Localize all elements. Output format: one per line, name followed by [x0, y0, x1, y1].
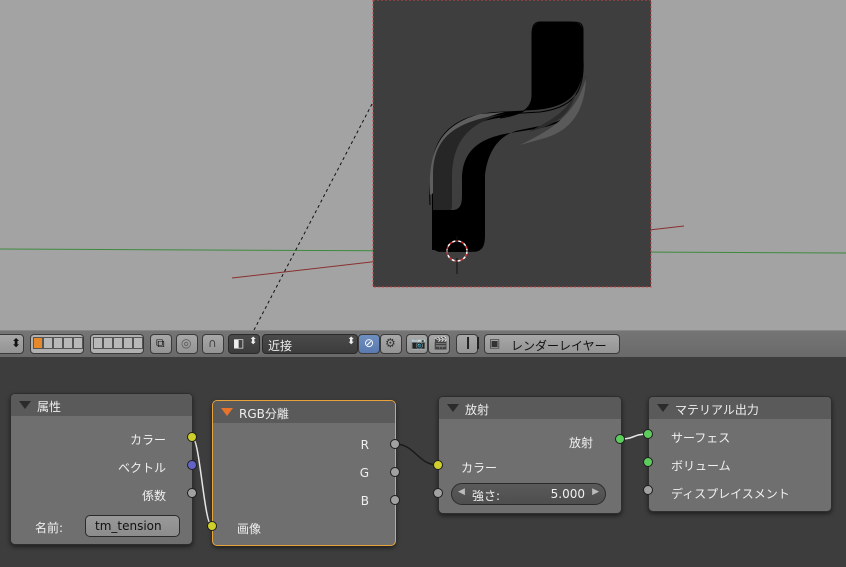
socket-attribute-color[interactable]	[187, 432, 197, 442]
socket-attribute-factor[interactable]	[187, 488, 197, 498]
socket-surface[interactable]	[643, 429, 653, 439]
lock-camera-button[interactable]: ⧉	[150, 334, 172, 354]
output-label-vector: ベクトル	[117, 461, 166, 475]
output-label-factor: 係数	[141, 489, 166, 503]
socket-b[interactable]	[390, 495, 400, 505]
input-label-surface: サーフェス	[671, 431, 731, 445]
strength-label: 強さ:	[472, 489, 501, 503]
emission-node[interactable]: 放射 放射 カラー ◀ 強さ: 5.000 ▶	[438, 396, 622, 514]
socket-r[interactable]	[390, 439, 400, 449]
socket-g[interactable]	[390, 467, 400, 477]
viewport-canvas	[0, 0, 846, 330]
socket-emission-output[interactable]	[615, 434, 625, 444]
layer-cell	[43, 337, 53, 349]
output-label-emission: 放射	[568, 436, 593, 450]
updown-arrows-icon: ⬍	[347, 336, 356, 347]
socket-displacement[interactable]	[643, 485, 653, 495]
layer-cell	[103, 337, 113, 349]
camera-icon: 📷	[411, 336, 426, 350]
strength-field[interactable]: ◀ 強さ: 5.000 ▶	[451, 483, 606, 505]
interpolation-label: 近接	[268, 339, 293, 353]
layer-lock-icon: ⧉	[156, 336, 165, 350]
active-layer-cell	[33, 337, 43, 349]
collapse-triangle-icon[interactable]	[19, 401, 31, 409]
layer-cell	[93, 337, 103, 349]
attribute-node-title: 属性	[37, 400, 62, 414]
output-label-g: G	[359, 466, 369, 480]
separate-rgb-title: RGB分離	[239, 407, 289, 421]
render-frame	[372, 0, 652, 288]
strength-value: 5.000	[550, 487, 585, 501]
cube-icon: ◧	[233, 336, 245, 350]
socket-emission-color[interactable]	[433, 460, 443, 470]
layer-grid-2[interactable]	[90, 334, 144, 354]
proportional-edit-button[interactable]: ◎	[176, 334, 198, 354]
opengl-animation-button[interactable]: 🎬	[428, 334, 450, 354]
node-editor[interactable]: 属性 カラー ベクトル 係数 名前: tm_tension RGB分離 R G …	[0, 357, 846, 567]
decrement-arrow-icon[interactable]: ◀	[458, 487, 465, 497]
layer-cell	[123, 337, 133, 349]
layer-grid-1[interactable]	[30, 334, 84, 354]
collapse-triangle-icon[interactable]	[657, 404, 669, 412]
pause-button[interactable]: ❙❙	[456, 334, 483, 354]
socket-volume[interactable]	[643, 457, 653, 467]
material-output-node[interactable]: マテリアル出力 サーフェス ボリューム ディスプレイスメント	[648, 396, 832, 512]
socket-image-input[interactable]	[207, 521, 217, 531]
attribute-node-header[interactable]: 属性	[11, 394, 192, 416]
layer-cell	[73, 337, 83, 349]
output-label-b: B	[360, 494, 369, 508]
attribute-node[interactable]: 属性 カラー ベクトル 係数 名前: tm_tension	[10, 393, 193, 545]
interpolation-dropdown[interactable]: 近接 ⬍	[262, 334, 358, 354]
render-object	[372, 0, 652, 288]
output-label-color: カラー	[129, 433, 166, 447]
increment-arrow-icon[interactable]: ▶	[592, 487, 599, 497]
separate-rgb-header[interactable]: RGB分離	[213, 401, 395, 423]
input-label-image: 画像	[237, 522, 262, 536]
link-color-to-image	[191, 436, 213, 527]
snap-toggle-button[interactable]: ∩	[202, 334, 224, 354]
pivot-icon: ⚙	[385, 336, 396, 350]
layer-cell	[133, 337, 143, 349]
proportional-circle-icon: ◎	[181, 336, 192, 350]
render-layer-icon: ▣	[489, 336, 501, 350]
snap-target-button[interactable]: ⊘	[358, 334, 380, 354]
relationship-line	[253, 103, 373, 330]
pivot-point-button[interactable]: ⚙	[380, 334, 402, 354]
viewport-header: ⬍ ⧉ ◎ ∩ ◧ ⬍ 近接 ⬍ ⊘ ⚙ 📷 🎬 ❙❙ ▣ レンダーレイヤー	[0, 330, 846, 358]
input-label-displacement: ディスプレイスメント	[671, 487, 790, 501]
updown-arrows-icon: ⬍	[11, 336, 22, 350]
socket-emission-strength[interactable]	[433, 488, 443, 498]
snap-element-dropdown[interactable]: ◧ ⬍	[228, 334, 260, 354]
snap-target-icon: ⊘	[364, 336, 375, 350]
socket-attribute-vector[interactable]	[187, 460, 197, 470]
material-output-header[interactable]: マテリアル出力	[649, 397, 831, 419]
collapse-triangle-icon[interactable]	[221, 408, 233, 416]
clapperboard-icon: 🎬	[433, 336, 448, 350]
attribute-name-value: tm_tension	[95, 519, 162, 533]
layer-cell	[63, 337, 73, 349]
emission-title: 放射	[465, 403, 490, 417]
pause-icon: ❙❙	[463, 335, 484, 349]
link-r-to-color	[394, 443, 439, 466]
input-label-volume: ボリューム	[671, 459, 731, 473]
3d-viewport[interactable]	[0, 0, 846, 330]
input-label-color: カラー	[461, 461, 498, 475]
separate-rgb-node[interactable]: RGB分離 R G B 画像	[212, 400, 396, 546]
output-label-r: R	[360, 438, 369, 452]
render-layer-label: レンダーレイヤー	[511, 339, 607, 353]
material-output-title: マテリアル出力	[675, 403, 759, 417]
name-label: 名前:	[35, 521, 64, 535]
render-layer-dropdown[interactable]: ▣ レンダーレイヤー	[484, 334, 620, 354]
opengl-render-button[interactable]: 📷	[406, 334, 428, 354]
emission-header[interactable]: 放射	[439, 397, 621, 419]
layer-cell	[113, 337, 123, 349]
layer-cell	[53, 337, 63, 349]
mode-dropdown[interactable]: ⬍	[0, 334, 24, 354]
updown-arrows-icon: ⬍	[249, 336, 258, 347]
attribute-name-field[interactable]: tm_tension	[85, 515, 180, 537]
collapse-triangle-icon[interactable]	[447, 404, 459, 412]
magnet-icon: ∩	[208, 336, 217, 350]
